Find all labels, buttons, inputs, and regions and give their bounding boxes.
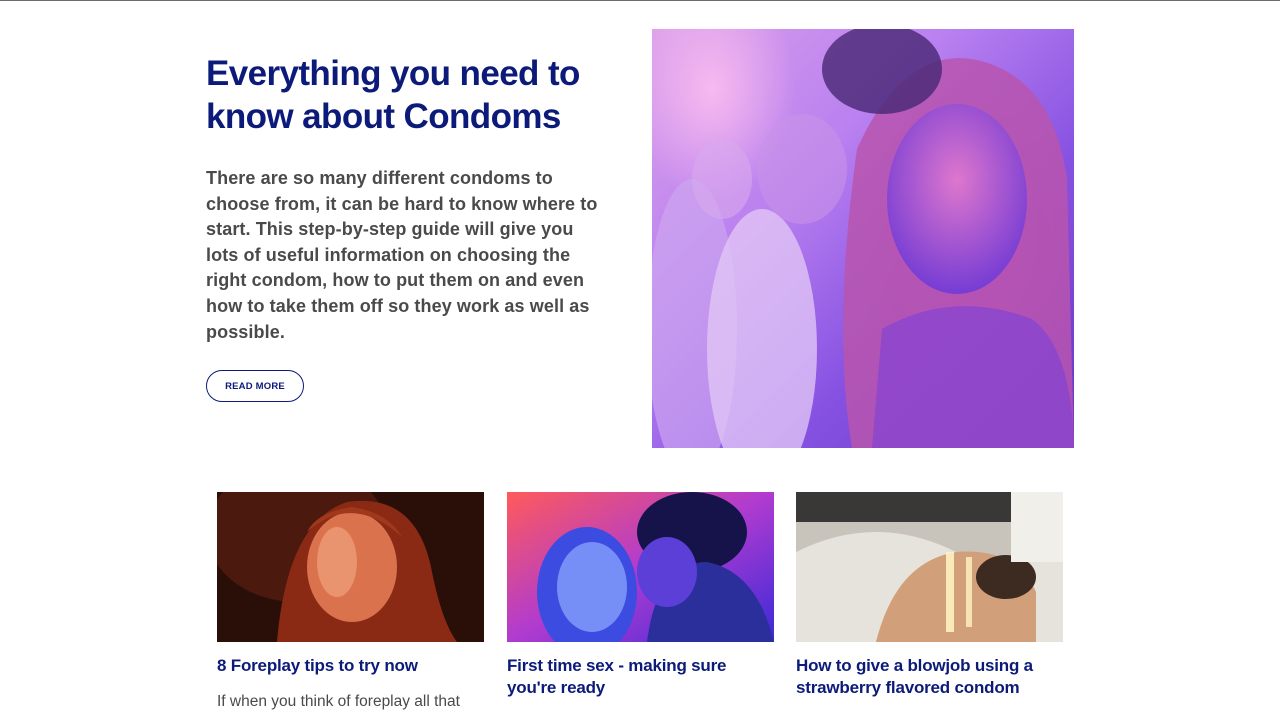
photo-couple-party-icon (507, 492, 774, 642)
photo-party-portrait-icon (652, 29, 1074, 448)
photo-woman-portrait-icon (217, 492, 484, 642)
card-title[interactable]: First time sex - making sure you're read… (507, 655, 774, 699)
photo-bedroom-icon (796, 492, 1063, 642)
hero-title: Everything you need to know about Condom… (206, 54, 580, 136)
card-image[interactable] (796, 492, 1063, 642)
card-image[interactable] (507, 492, 774, 642)
card-excerpt: If when you think of foreplay all that (217, 693, 460, 710)
article-card[interactable]: How to give a blowjob using a strawberry… (796, 492, 1063, 713)
read-more-button[interactable]: READ MORE (206, 370, 304, 402)
article-card[interactable]: 8 Foreplay tips to try now If when you t… (217, 492, 484, 713)
card-image[interactable] (217, 492, 484, 642)
hero-section: Everything you need to know about Condom… (206, 52, 616, 345)
hero-image[interactable] (652, 29, 1074, 448)
top-divider (0, 0, 1280, 1)
card-title[interactable]: How to give a blowjob using a strawberry… (796, 655, 1063, 699)
hero-description: There are so many different condoms to c… (206, 168, 598, 342)
article-card[interactable]: First time sex - making sure you're read… (507, 492, 774, 713)
card-title[interactable]: 8 Foreplay tips to try now (217, 655, 484, 677)
